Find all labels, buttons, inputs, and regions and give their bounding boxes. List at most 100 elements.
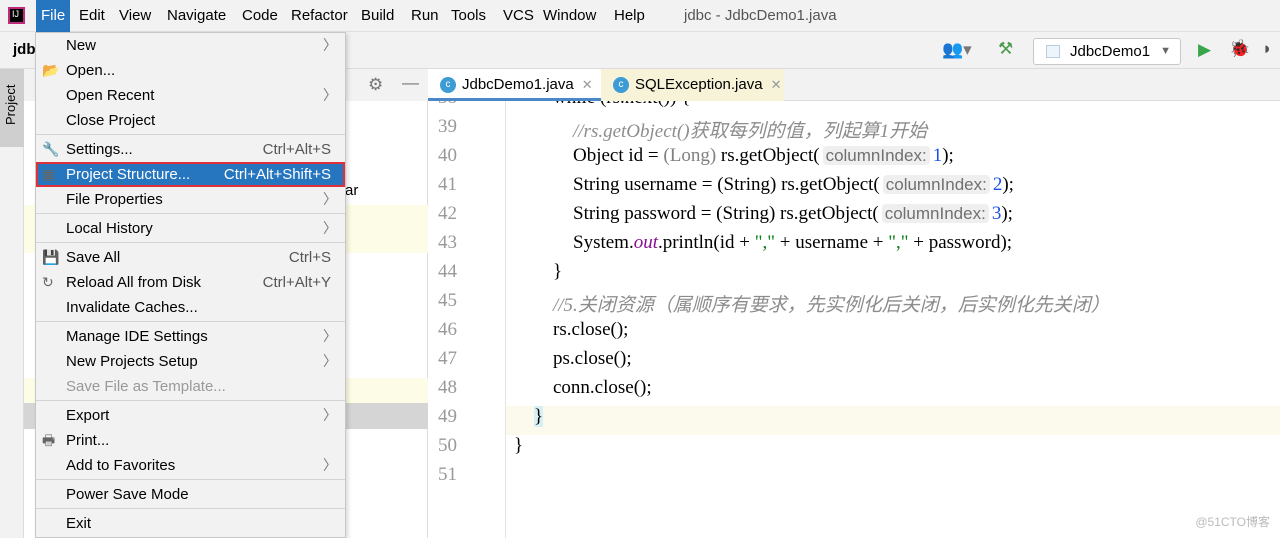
menu-item-file-properties[interactable]: File Properties 〉 bbox=[36, 187, 345, 212]
tab-jdbcdemo1[interactable]: c JdbcDemo1.java ✕ bbox=[428, 69, 601, 101]
code-token: + password); bbox=[908, 232, 1013, 253]
menu-navigate[interactable]: Navigate bbox=[162, 0, 231, 32]
code-token: out bbox=[633, 232, 658, 253]
build-hammer-icon[interactable]: ⚒ bbox=[998, 39, 1013, 59]
shortcut-label: Ctrl+Alt+Shift+S bbox=[223, 166, 331, 183]
parameter-hint: columnIndex: bbox=[882, 175, 990, 194]
code-line: //rs.getObject()获取每列的值，列起算1开始 bbox=[573, 116, 927, 143]
watermark: @51CTO博客 bbox=[1195, 515, 1270, 529]
code-line: conn.close(); bbox=[553, 377, 652, 399]
project-tool-window-tab[interactable]: Project bbox=[0, 69, 24, 147]
run-icon[interactable]: ▶ bbox=[1198, 40, 1211, 60]
menu-item-settings[interactable]: 🔧 Settings... Ctrl+Alt+S bbox=[36, 137, 345, 162]
vcs-users-icon[interactable]: 👥▾ bbox=[942, 40, 972, 60]
project-structure-icon: ▦ bbox=[42, 166, 56, 182]
menu-view[interactable]: View bbox=[114, 0, 156, 32]
menu-item-open-recent[interactable]: Open Recent 〉 bbox=[36, 83, 345, 108]
menu-run[interactable]: Run bbox=[406, 0, 444, 32]
shortcut-label: Ctrl+Alt+S bbox=[262, 141, 331, 158]
intellij-logo-icon: IJ bbox=[8, 7, 25, 24]
menu-separator bbox=[36, 242, 345, 243]
menu-item-reload-all-from-disk[interactable]: ↻ Reload All from Disk Ctrl+Alt+Y bbox=[36, 270, 345, 295]
menu-separator bbox=[36, 508, 345, 509]
folder-open-icon: 📂 bbox=[42, 62, 60, 78]
chevron-right-icon: 〉 bbox=[323, 191, 337, 207]
menu-item-close-project[interactable]: Close Project bbox=[36, 108, 345, 133]
menu-edit[interactable]: Edit bbox=[74, 0, 110, 32]
menu-item-label: Settings... bbox=[66, 141, 133, 158]
menu-item-label: Close Project bbox=[66, 112, 156, 129]
menu-item-new-projects-setup[interactable]: New Projects Setup 〉 bbox=[36, 349, 345, 374]
code-token: 2 bbox=[992, 174, 1003, 195]
tab-label: SQLException.java bbox=[635, 76, 763, 93]
code-token: .println(id + bbox=[657, 232, 755, 253]
close-icon[interactable]: ✕ bbox=[771, 77, 782, 92]
menu-item-label: Manage IDE Settings bbox=[66, 328, 208, 345]
menu-item-label: Project Structure... bbox=[66, 166, 191, 183]
menu-refactor[interactable]: Refactor bbox=[286, 0, 353, 32]
menu-build[interactable]: Build bbox=[356, 0, 399, 32]
menu-item-label: New bbox=[66, 37, 97, 54]
menu-item-save-file-as-template[interactable]: Save File as Template... bbox=[36, 374, 345, 399]
code-token: } bbox=[514, 435, 524, 456]
menu-tools[interactable]: Tools bbox=[446, 0, 491, 32]
code-token: } bbox=[534, 406, 544, 427]
menu-item-label: Reload All from Disk bbox=[66, 274, 202, 291]
run-configuration-dropdown[interactable]: JdbcDemo1 ▼ bbox=[1033, 38, 1181, 65]
code-line: Object id = (Long) rs.getObject(columnIn… bbox=[573, 145, 954, 167]
menu-item-project-structure[interactable]: ▦ Project Structure... Ctrl+Alt+Shift+S bbox=[36, 162, 345, 187]
reload-icon: ↻ bbox=[42, 274, 54, 290]
debug-icon[interactable]: 🐞 bbox=[1229, 39, 1250, 59]
chevron-right-icon: 〉 bbox=[323, 37, 337, 53]
menu-separator bbox=[36, 213, 345, 214]
menu-help[interactable]: Help bbox=[609, 0, 650, 32]
line-number: 50 bbox=[438, 435, 457, 456]
window-title: jdbc - JdbcDemo1.java bbox=[684, 7, 837, 24]
gear-icon[interactable]: ⚙ bbox=[368, 75, 383, 95]
menu-vcs[interactable]: VCS bbox=[498, 0, 539, 32]
menu-file[interactable]: File bbox=[36, 0, 71, 32]
menu-item-save-all[interactable]: 💾 Save All Ctrl+S bbox=[36, 245, 345, 270]
shortcut-label: Ctrl+Alt+Y bbox=[262, 274, 331, 291]
code-line: ps.close(); bbox=[553, 348, 632, 370]
menu-item-open[interactable]: 📂 Open... bbox=[36, 58, 345, 83]
menu-item-label: Export bbox=[66, 407, 110, 424]
menu-item-label: Save File as Template... bbox=[66, 378, 226, 395]
tab-sqlexception[interactable]: c SQLException.java ✕ bbox=[601, 69, 784, 101]
line-number: 41 bbox=[438, 174, 457, 195]
menu-item-invalidate-caches[interactable]: Invalidate Caches... bbox=[36, 295, 345, 320]
menu-item-add-to-favorites[interactable]: Add to Favorites 〉 bbox=[36, 453, 345, 478]
line-number: 44 bbox=[438, 261, 457, 282]
menu-item-label: Exit bbox=[66, 515, 92, 532]
minimize-icon[interactable]: — bbox=[402, 73, 419, 93]
menu-item-print[interactable]: 🖶 Print... bbox=[36, 428, 345, 453]
code-token: //rs.getObject()获取每列的值，列起算1开始 bbox=[573, 121, 928, 142]
menu-item-label: Local History bbox=[66, 220, 153, 237]
code-line: String password = (String) rs.getObject(… bbox=[573, 203, 1013, 225]
menu-item-new[interactable]: New 〉 bbox=[36, 33, 345, 58]
menu-item-power-save-mode[interactable]: Power Save Mode bbox=[36, 482, 345, 507]
menu-item-label: Invalidate Caches... bbox=[66, 299, 198, 316]
chevron-right-icon: 〉 bbox=[323, 457, 337, 473]
parameter-hint: columnIndex: bbox=[822, 146, 930, 165]
code-token: ); bbox=[1001, 203, 1013, 224]
code-token: conn.close(); bbox=[553, 377, 652, 398]
menu-item-label: File Properties bbox=[66, 191, 163, 208]
close-icon[interactable]: ✕ bbox=[582, 77, 593, 92]
menu-separator bbox=[36, 479, 345, 480]
code-token: System. bbox=[573, 232, 634, 253]
coverage-icon[interactable]: ◗ bbox=[1262, 39, 1272, 59]
menu-item-manage-ide-settings[interactable]: Manage IDE Settings 〉 bbox=[36, 324, 345, 349]
menu-window[interactable]: Window bbox=[538, 0, 601, 32]
line-number: 40 bbox=[438, 145, 457, 166]
line-number: 39 bbox=[438, 116, 457, 137]
project-breadcrumb[interactable]: jdb bbox=[13, 41, 36, 58]
print-icon: 🖶 bbox=[42, 432, 56, 448]
code-token: (Long) bbox=[663, 145, 717, 166]
menu-item-local-history[interactable]: Local History 〉 bbox=[36, 216, 345, 241]
menu-item-export[interactable]: Export 〉 bbox=[36, 403, 345, 428]
menu-item-exit[interactable]: Exit bbox=[36, 511, 345, 536]
code-token: String password = (String) rs.getObject( bbox=[573, 203, 879, 224]
menu-code[interactable]: Code bbox=[237, 0, 283, 32]
code-token: String username = (String) rs.getObject( bbox=[573, 174, 880, 195]
